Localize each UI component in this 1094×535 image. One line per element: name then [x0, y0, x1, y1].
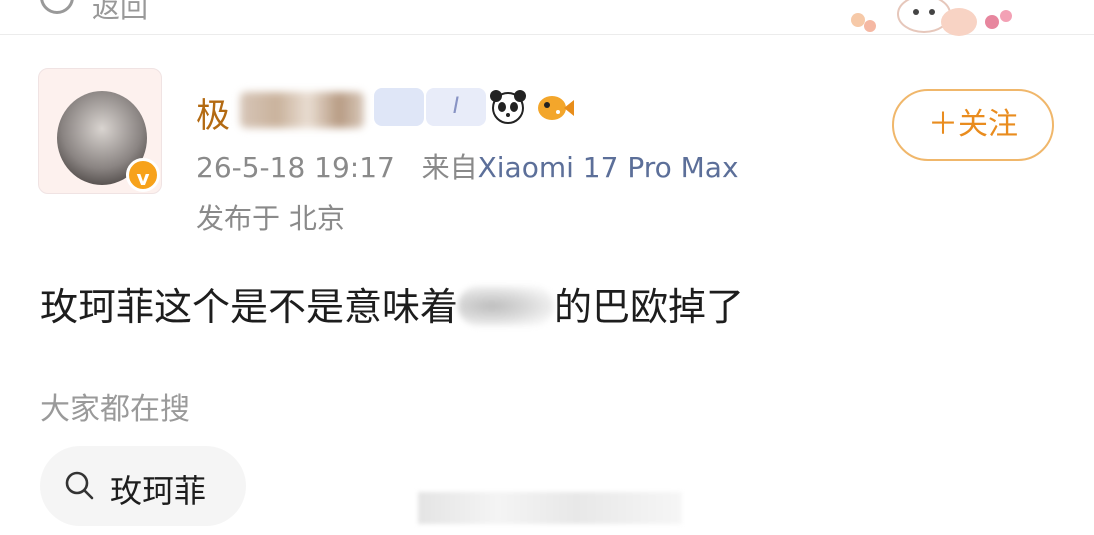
search-icon: [65, 471, 94, 500]
back-icon[interactable]: [40, 0, 74, 14]
username-first-char[interactable]: 极: [196, 88, 230, 137]
weibo-post-view: 返回 v 极 I 26-5-18 19:17 来自Xiaomi 17 Pro M…: [0, 0, 1094, 535]
search-chip-label: 玫珂菲: [110, 472, 207, 510]
post-timestamp: 26-5-18 19:17: [196, 151, 395, 184]
top-bar: 返回: [0, 0, 1094, 36]
panda-icon: [490, 90, 526, 124]
post-text-before: 玫珂菲这个是不是意味着: [40, 285, 459, 329]
post-location: 发布于 北京: [196, 202, 345, 235]
redacted-text: [458, 286, 555, 326]
follow-button[interactable]: ＋关注: [892, 89, 1054, 161]
verified-badge-icon: v: [126, 158, 160, 192]
trending-search-heading: 大家都在搜: [40, 392, 190, 427]
post-content: 玫珂菲这个是不是意味着 的巴欧掉了: [40, 276, 744, 331]
username-redacted: [240, 92, 364, 128]
post-meta: 26-5-18 19:17 来自Xiaomi 17 Pro Max: [196, 146, 739, 186]
candy-decoration-icon: [851, 0, 1012, 36]
fish-icon: [538, 96, 574, 120]
redacted-footer: [418, 492, 682, 524]
character-badge-icon: [374, 88, 424, 126]
trending-search-chip[interactable]: 玫珂菲: [40, 446, 246, 526]
level-badge: I: [426, 88, 486, 126]
post-source-prefix: 来自: [421, 151, 478, 184]
post-device[interactable]: Xiaomi 17 Pro Max: [478, 151, 739, 184]
back-label[interactable]: 返回: [92, 0, 148, 26]
post-text-after: 的巴欧掉了: [554, 285, 745, 329]
